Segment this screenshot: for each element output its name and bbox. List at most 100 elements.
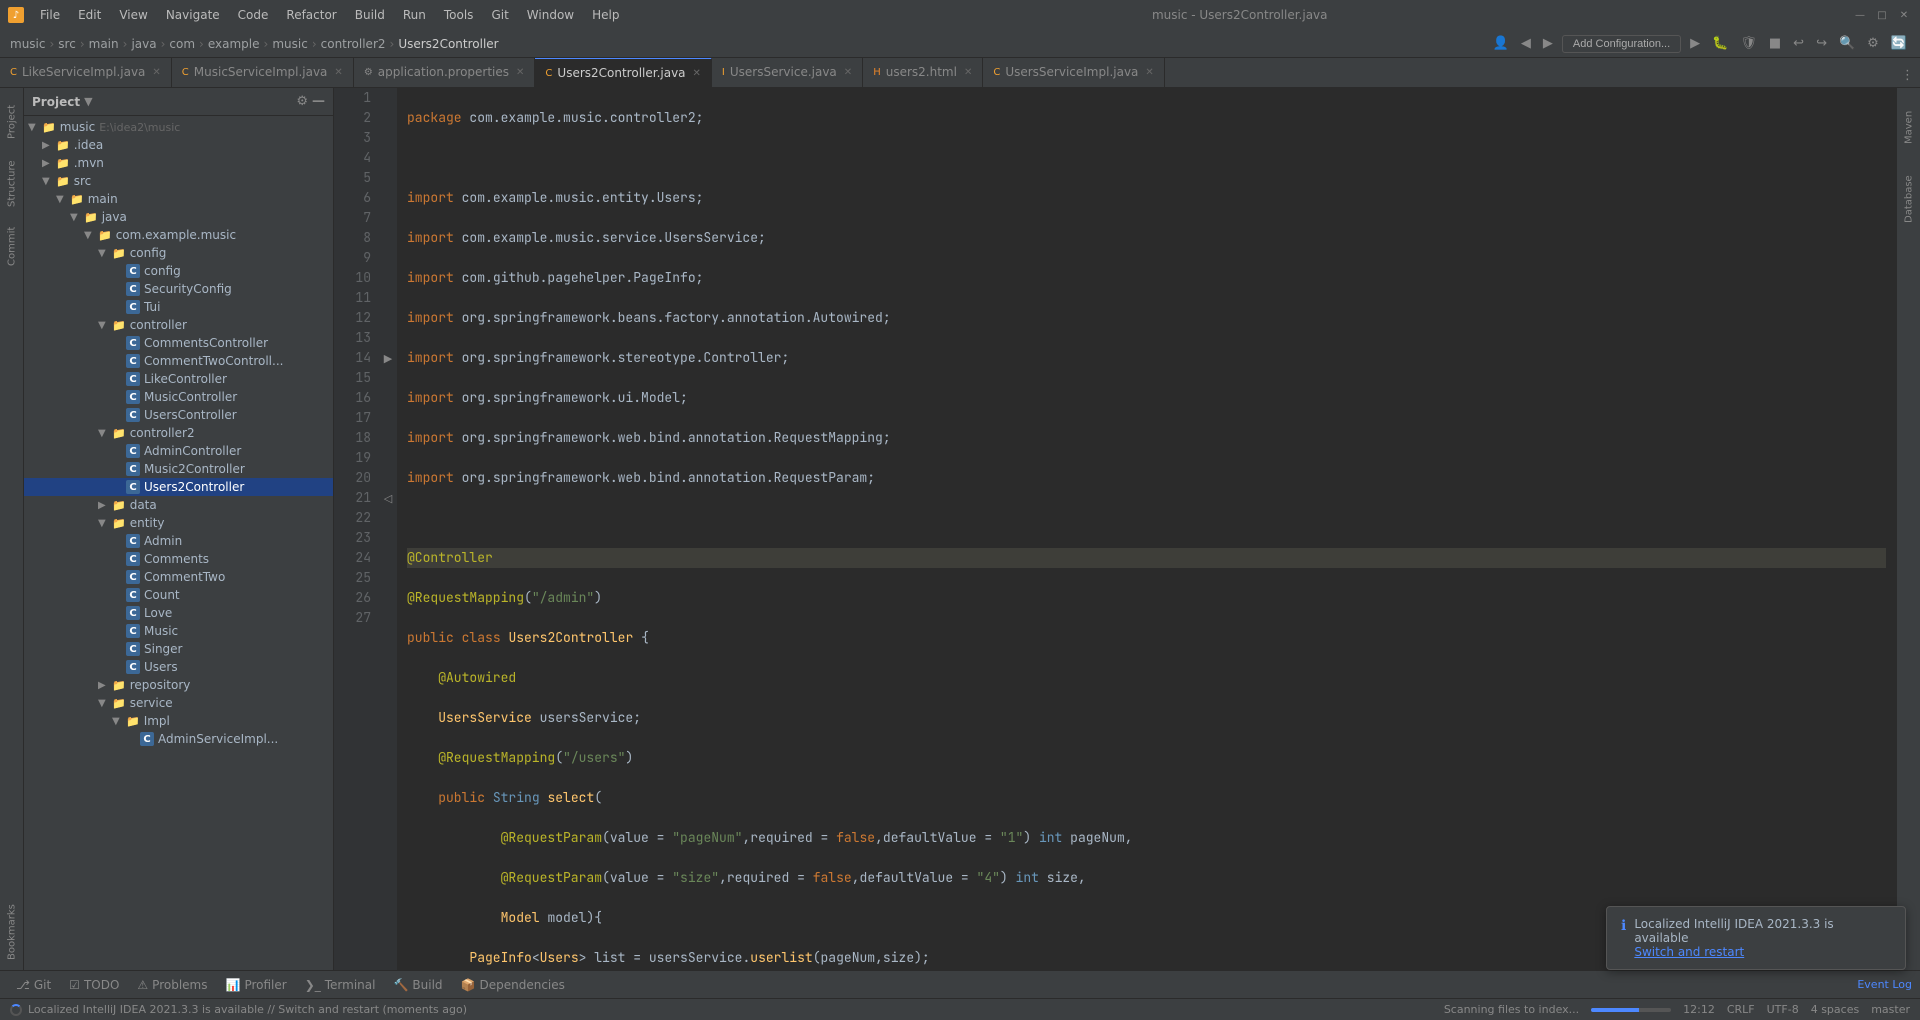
menu-git[interactable]: Git [483, 6, 516, 24]
tree-item-count[interactable]: C Count [24, 586, 333, 604]
menu-edit[interactable]: Edit [70, 6, 109, 24]
line-separator[interactable]: CRLF [1727, 1003, 1755, 1016]
tree-item-repository-folder[interactable]: ▶ 📁 repository [24, 676, 333, 694]
bottom-tab-dependencies[interactable]: 📦 Dependencies [453, 975, 573, 995]
tree-item-service-folder[interactable]: ▼ 📁 service [24, 694, 333, 712]
tree-item-commenttwo[interactable]: C CommentTwo [24, 568, 333, 586]
bottom-tab-git[interactable]: ⎇ Git [8, 975, 59, 995]
panel-dropdown-icon[interactable]: ▼ [84, 95, 92, 108]
tree-item-singer[interactable]: C Singer [24, 640, 333, 658]
tab-close-icon[interactable]: ✕ [334, 67, 342, 78]
run-icon[interactable]: ▶ [1687, 34, 1703, 53]
back-icon[interactable]: ◀ [1518, 34, 1534, 53]
bottom-tab-todo[interactable]: ☑ TODO [61, 975, 127, 995]
tree-item-securityconfig[interactable]: C SecurityConfig [24, 280, 333, 298]
breadcrumb-example[interactable]: example [208, 37, 260, 51]
bottom-tab-build[interactable]: 🔨 Build [385, 975, 450, 995]
file-encoding[interactable]: UTF-8 [1767, 1003, 1799, 1016]
tree-item-comments[interactable]: C Comments [24, 550, 333, 568]
tree-item-admincontroller[interactable]: C AdminController [24, 442, 333, 460]
tree-item-config-folder[interactable]: ▼ 📁 config [24, 244, 333, 262]
tree-item-music-entity[interactable]: C Music [24, 622, 333, 640]
bookmarks-toggle[interactable]: Bookmarks [1, 902, 23, 962]
project-panel-toggle[interactable]: Project [1, 92, 23, 152]
tab-close-icon[interactable]: ✕ [964, 67, 972, 78]
tree-item-controller2-folder[interactable]: ▼ 📁 controller2 [24, 424, 333, 442]
menu-navigate[interactable]: Navigate [158, 6, 228, 24]
tree-item-data-folder[interactable]: ▶ 📁 data [24, 496, 333, 514]
structure-panel-toggle[interactable]: Structure [1, 154, 23, 214]
database-panel-toggle[interactable]: Database [1898, 164, 1920, 234]
tab-close-icon[interactable]: ✕ [1145, 67, 1153, 78]
tree-item-userscontroller[interactable]: C UsersController [24, 406, 333, 424]
menu-code[interactable]: Code [230, 6, 277, 24]
tree-item-likecontroller[interactable]: C LikeController [24, 370, 333, 388]
breadcrumb-java[interactable]: java [131, 37, 156, 51]
git-branch[interactable]: master [1871, 1003, 1910, 1016]
breadcrumb-src[interactable]: src [58, 37, 76, 51]
bottom-tab-terminal[interactable]: ❯_ Terminal [297, 975, 384, 995]
tree-item-config-class[interactable]: C config [24, 262, 333, 280]
tree-item-impl-folder[interactable]: ▼ 📁 Impl [24, 712, 333, 730]
tab-users2html[interactable]: H users2.html ✕ [863, 58, 983, 87]
menu-tools[interactable]: Tools [436, 6, 482, 24]
tab-likeserviceimpl[interactable]: C LikeServiceImpl.java ✕ [0, 58, 172, 87]
tree-item-users2controller[interactable]: C Users2Controller [24, 478, 333, 496]
code-editor[interactable]: package com.example.music.controller2; i… [397, 88, 1896, 970]
menu-build[interactable]: Build [347, 6, 393, 24]
panel-settings-icon[interactable]: ⚙ [296, 94, 308, 109]
maven-panel-toggle[interactable]: Maven [1898, 92, 1920, 162]
stop-icon[interactable]: ■ [1766, 34, 1784, 53]
maximize-button[interactable]: □ [1874, 7, 1890, 23]
tab-close-icon[interactable]: ✕ [693, 68, 701, 79]
run-with-coverage-icon[interactable]: 🛡 [1737, 34, 1760, 53]
settings-icon[interactable]: ⚙ [1864, 34, 1882, 53]
menu-refactor[interactable]: Refactor [278, 6, 344, 24]
cursor-position[interactable]: 12:12 [1683, 1003, 1715, 1016]
tab-musicserviceimpl[interactable]: C MusicServiceImpl.java ✕ [172, 58, 354, 87]
menu-file[interactable]: File [32, 6, 68, 24]
close-button[interactable]: ✕ [1896, 7, 1912, 23]
tree-item-adminserviceimpl[interactable]: C AdminServiceImpl... [24, 730, 333, 748]
tab-close-icon[interactable]: ✕ [152, 67, 160, 78]
tree-item-commentscontroller[interactable]: C CommentsController [24, 334, 333, 352]
tree-item-idea[interactable]: ▶ 📁 .idea [24, 136, 333, 154]
user-icon[interactable]: 👤 [1490, 34, 1512, 53]
tree-item-love[interactable]: C Love [24, 604, 333, 622]
commit-panel-toggle[interactable]: Commit [1, 216, 23, 276]
tab-users2controller[interactable]: C Users2Controller.java ✕ [535, 58, 712, 87]
debug-icon[interactable]: 🐛 [1709, 34, 1731, 53]
forward-icon[interactable]: ▶ [1540, 34, 1556, 53]
search-everywhere-icon[interactable]: 🔍 [1836, 34, 1858, 53]
breadcrumb-music2[interactable]: music [272, 37, 307, 51]
breadcrumb-controller2[interactable]: controller2 [321, 37, 386, 51]
minimize-button[interactable]: — [1852, 7, 1868, 23]
menu-window[interactable]: Window [519, 6, 582, 24]
breadcrumb-current[interactable]: Users2Controller [398, 37, 498, 51]
menu-help[interactable]: Help [584, 6, 627, 24]
tab-close-icon[interactable]: ✕ [516, 67, 524, 78]
tree-item-musiccontroller[interactable]: C MusicController [24, 388, 333, 406]
redo-icon[interactable]: ↪ [1813, 34, 1830, 53]
add-configuration-button[interactable]: Add Configuration... [1562, 35, 1681, 53]
tab-application-properties[interactable]: ⚙ application.properties ✕ [354, 58, 536, 87]
tree-item-controller-folder[interactable]: ▼ 📁 controller [24, 316, 333, 334]
tree-item-main[interactable]: ▼ 📁 main [24, 190, 333, 208]
tab-close-icon[interactable]: ✕ [844, 67, 852, 78]
tree-item-entity-folder[interactable]: ▼ 📁 entity [24, 514, 333, 532]
breadcrumb-com[interactable]: com [169, 37, 195, 51]
update-icon[interactable]: 🔄 [1888, 34, 1910, 53]
tree-item-mvn[interactable]: ▶ 📁 .mvn [24, 154, 333, 172]
tree-item-users-entity[interactable]: C Users [24, 658, 333, 676]
notification-action-link[interactable]: Switch and restart [1634, 945, 1891, 959]
event-log-label[interactable]: Event Log [1857, 978, 1912, 991]
tree-item-commenttwocontroller[interactable]: C CommentTwoControll... [24, 352, 333, 370]
bottom-tab-profiler[interactable]: 📊 Profiler [217, 975, 294, 995]
tree-item-com-example[interactable]: ▼ 📁 com.example.music [24, 226, 333, 244]
undo-icon[interactable]: ↩ [1790, 34, 1807, 53]
menu-run[interactable]: Run [395, 6, 434, 24]
indent-setting[interactable]: 4 spaces [1811, 1003, 1860, 1016]
tree-item-admin[interactable]: C Admin [24, 532, 333, 550]
tree-item-src[interactable]: ▼ 📁 src [24, 172, 333, 190]
bottom-tab-problems[interactable]: ⚠ Problems [129, 975, 215, 995]
